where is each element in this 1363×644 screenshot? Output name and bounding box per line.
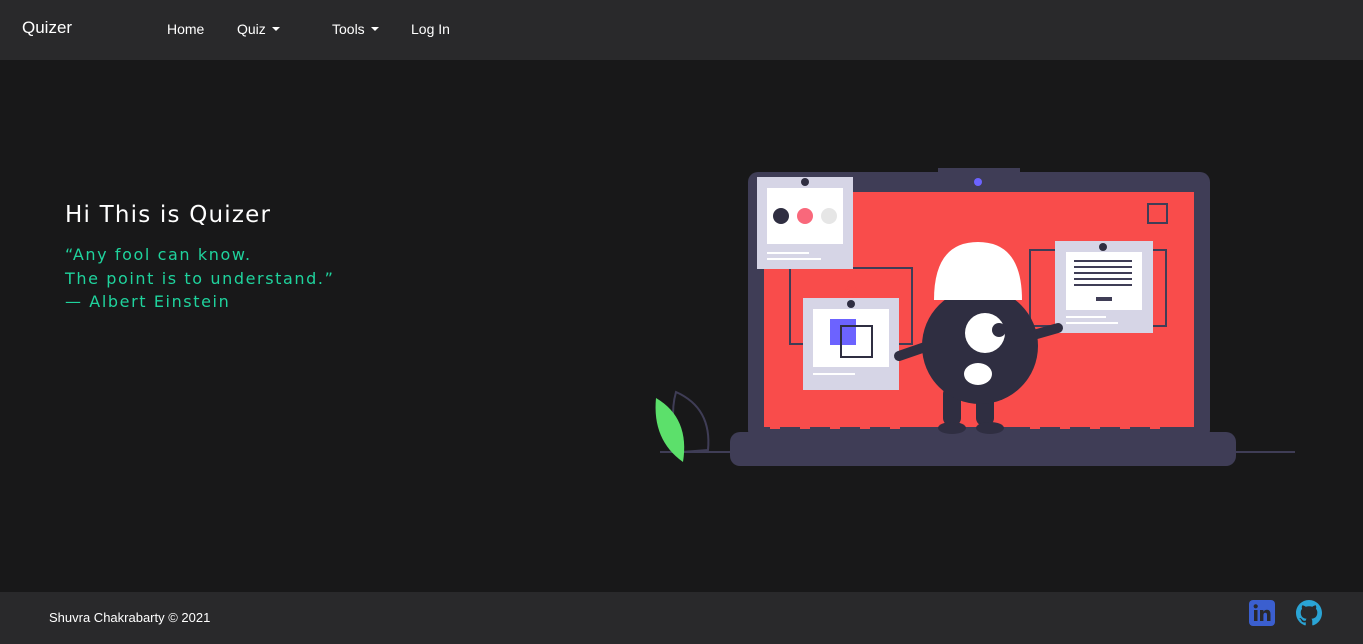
nav-home-link[interactable]: Home — [167, 21, 204, 37]
copyright-text: Shuvra Chakrabarty © 2021 — [49, 610, 211, 625]
nav-quiz-dropdown[interactable]: Quiz — [237, 21, 280, 37]
quote-line: The point is to understand.” — [65, 268, 335, 288]
page-footer: Shuvra Chakrabarty © 2021 — [0, 592, 1363, 644]
github-icon[interactable] — [1296, 600, 1322, 626]
top-navbar: Quizer Home Quiz Tools Log In — [0, 0, 1363, 60]
nav-quiz-label: Quiz — [237, 21, 266, 37]
nav-tools-dropdown[interactable]: Tools — [332, 21, 379, 37]
caret-down-icon — [370, 27, 379, 31]
quote-line: “Any fool can know. — [65, 245, 252, 264]
nav-login-link[interactable]: Log In — [411, 21, 450, 37]
caret-down-icon — [271, 27, 280, 31]
brand-logo[interactable]: Quizer — [22, 18, 72, 38]
hero-illustration — [655, 168, 1295, 466]
hero-quote: “Any fool can know. The point is to unde… — [65, 243, 335, 314]
quote-author: — Albert Einstein — [65, 292, 231, 311]
nav-tools-label: Tools — [332, 21, 365, 37]
linkedin-icon[interactable] — [1249, 600, 1275, 626]
hero-title: Hi This is Quizer — [65, 202, 272, 228]
